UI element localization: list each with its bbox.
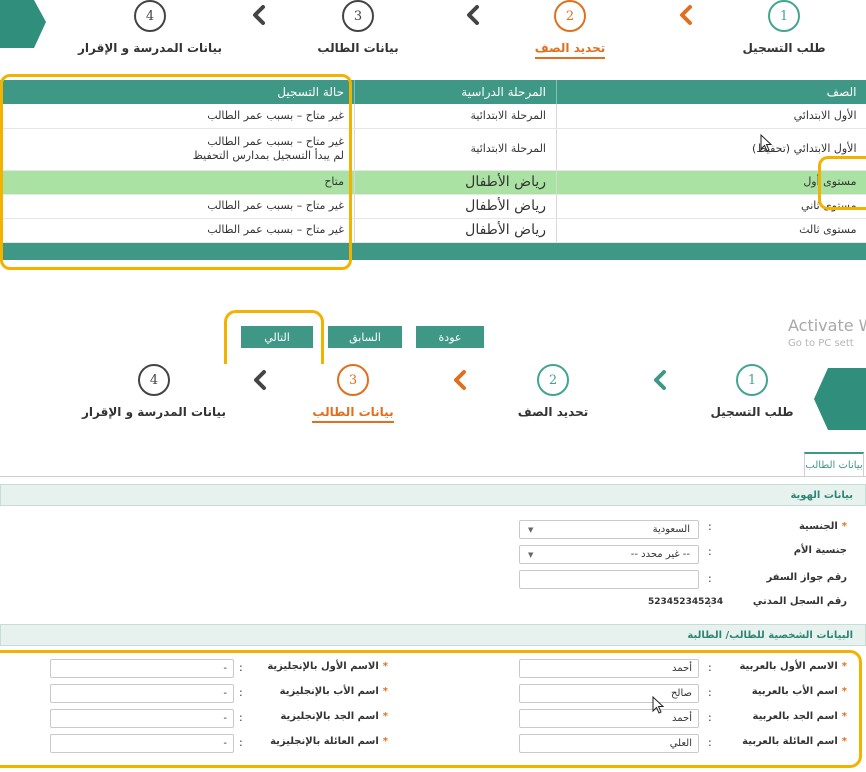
caret-down-icon: ▼: [528, 525, 534, 534]
chevron-left-icon: [245, 365, 275, 395]
cell-stage: رياض الأطفال: [354, 218, 557, 243]
header-grade: الصف: [556, 80, 866, 104]
stepper-top-step-3[interactable]: 3 بيانات الطالب: [278, 0, 438, 55]
stepper-bottom-step-2[interactable]: 2 تحديد الصف: [473, 364, 633, 419]
step-number: 2: [537, 364, 569, 396]
step-number: 4: [134, 0, 166, 32]
step-number: 1: [768, 0, 800, 32]
highlight-next-button: [224, 310, 324, 364]
chevron-left-icon: [645, 365, 675, 395]
chevron-left-icon: [445, 365, 475, 395]
highlight-row-selector: [818, 156, 866, 210]
colon: :: [708, 572, 712, 585]
step-number: 2: [554, 0, 586, 32]
highlight-personal-fields: [0, 650, 862, 768]
stepper-bottom-step-4[interactable]: 4 بيانات المدرسة و الإقرار: [74, 364, 234, 419]
caret-down-icon: ▼: [528, 550, 534, 559]
stepper-top-step-2[interactable]: 2 تحديد الصف: [490, 0, 650, 59]
mouse-pointer-icon: [760, 134, 772, 152]
previous-button[interactable]: السابق: [328, 326, 402, 348]
civil-record-value: 523452345234: [648, 597, 724, 607]
mother-nationality-label: جنسية الأم: [793, 545, 847, 556]
step-number: 3: [342, 0, 374, 32]
stepper-top-step-1[interactable]: 1 طلب التسجيل: [704, 0, 864, 55]
step-number: 1: [736, 364, 768, 396]
mouse-pointer-icon: [652, 696, 664, 714]
mother-nationality-select[interactable]: ▼ -- غير محدد --: [519, 545, 699, 564]
chevron-left-icon: [458, 0, 488, 30]
step-label: طلب التسجيل: [710, 405, 794, 419]
colon: :: [708, 545, 712, 558]
header-stage: المرحلة الدراسية: [354, 80, 557, 104]
cell-grade: مستوى ثالث: [556, 218, 866, 243]
tab-student-data[interactable]: بيانات الطالب: [804, 452, 864, 476]
stepper-top: 1 طلب التسجيل 2 تحديد الصف 3 بيانات الطا…: [0, 0, 866, 62]
step-label: تحديد الصف: [534, 41, 606, 59]
nationality-label: الجنسية *: [798, 521, 847, 532]
stepper-bottom-step-3[interactable]: 3 بيانات الطالب: [273, 364, 433, 423]
step-label: بيانات المدرسة و الإقرار: [82, 405, 226, 419]
step-number: 4: [138, 364, 170, 396]
stepper-bottom: 1 طلب التسجيل 2 تحديد الصف 3 بيانات الطا…: [0, 364, 866, 430]
step-label: تحديد الصف: [517, 405, 589, 419]
nationality-select[interactable]: ▼ السعودية: [519, 520, 699, 539]
cell-stage: رياض الأطفال: [354, 170, 557, 195]
step-label: بيانات الطالب: [312, 405, 394, 423]
civil-record-label: رقم السجل المدني: [752, 596, 847, 607]
stepper-bottom-step-1[interactable]: 1 طلب التسجيل: [672, 364, 832, 419]
cell-stage: المرحلة الابتدائية: [354, 128, 557, 171]
chevron-left-icon: [671, 0, 701, 30]
step-label: بيانات الطالب: [317, 41, 399, 55]
step-number: 3: [337, 364, 369, 396]
identity-section-header: بيانات الهوية: [0, 484, 866, 506]
tab-divider: [0, 476, 866, 477]
highlight-status-column: [0, 74, 352, 270]
chevron-left-icon: [244, 0, 274, 30]
step-label: طلب التسجيل: [742, 41, 826, 55]
passport-input[interactable]: [519, 570, 699, 589]
personal-section-header: البيانات الشخصية للطالب/ الطالبة: [0, 624, 866, 646]
back-button[interactable]: عودة: [416, 326, 484, 348]
hexagon-decoration-icon: [0, 0, 46, 48]
passport-label: رقم جواز السفر: [766, 572, 847, 583]
required-mark: *: [841, 521, 847, 532]
activation-watermark-subtitle: Go to PC sett: [788, 338, 854, 349]
step-label: بيانات المدرسة و الإقرار: [78, 41, 222, 55]
cell-stage: المرحلة الابتدائية: [354, 104, 557, 129]
stepper-top-step-4[interactable]: 4 بيانات المدرسة و الإقرار: [70, 0, 230, 55]
colon: :: [708, 520, 712, 533]
cell-grade: الأول الابتدائي: [556, 104, 866, 129]
cell-stage: رياض الأطفال: [354, 194, 557, 219]
activation-watermark-title: Activate W: [788, 316, 866, 335]
